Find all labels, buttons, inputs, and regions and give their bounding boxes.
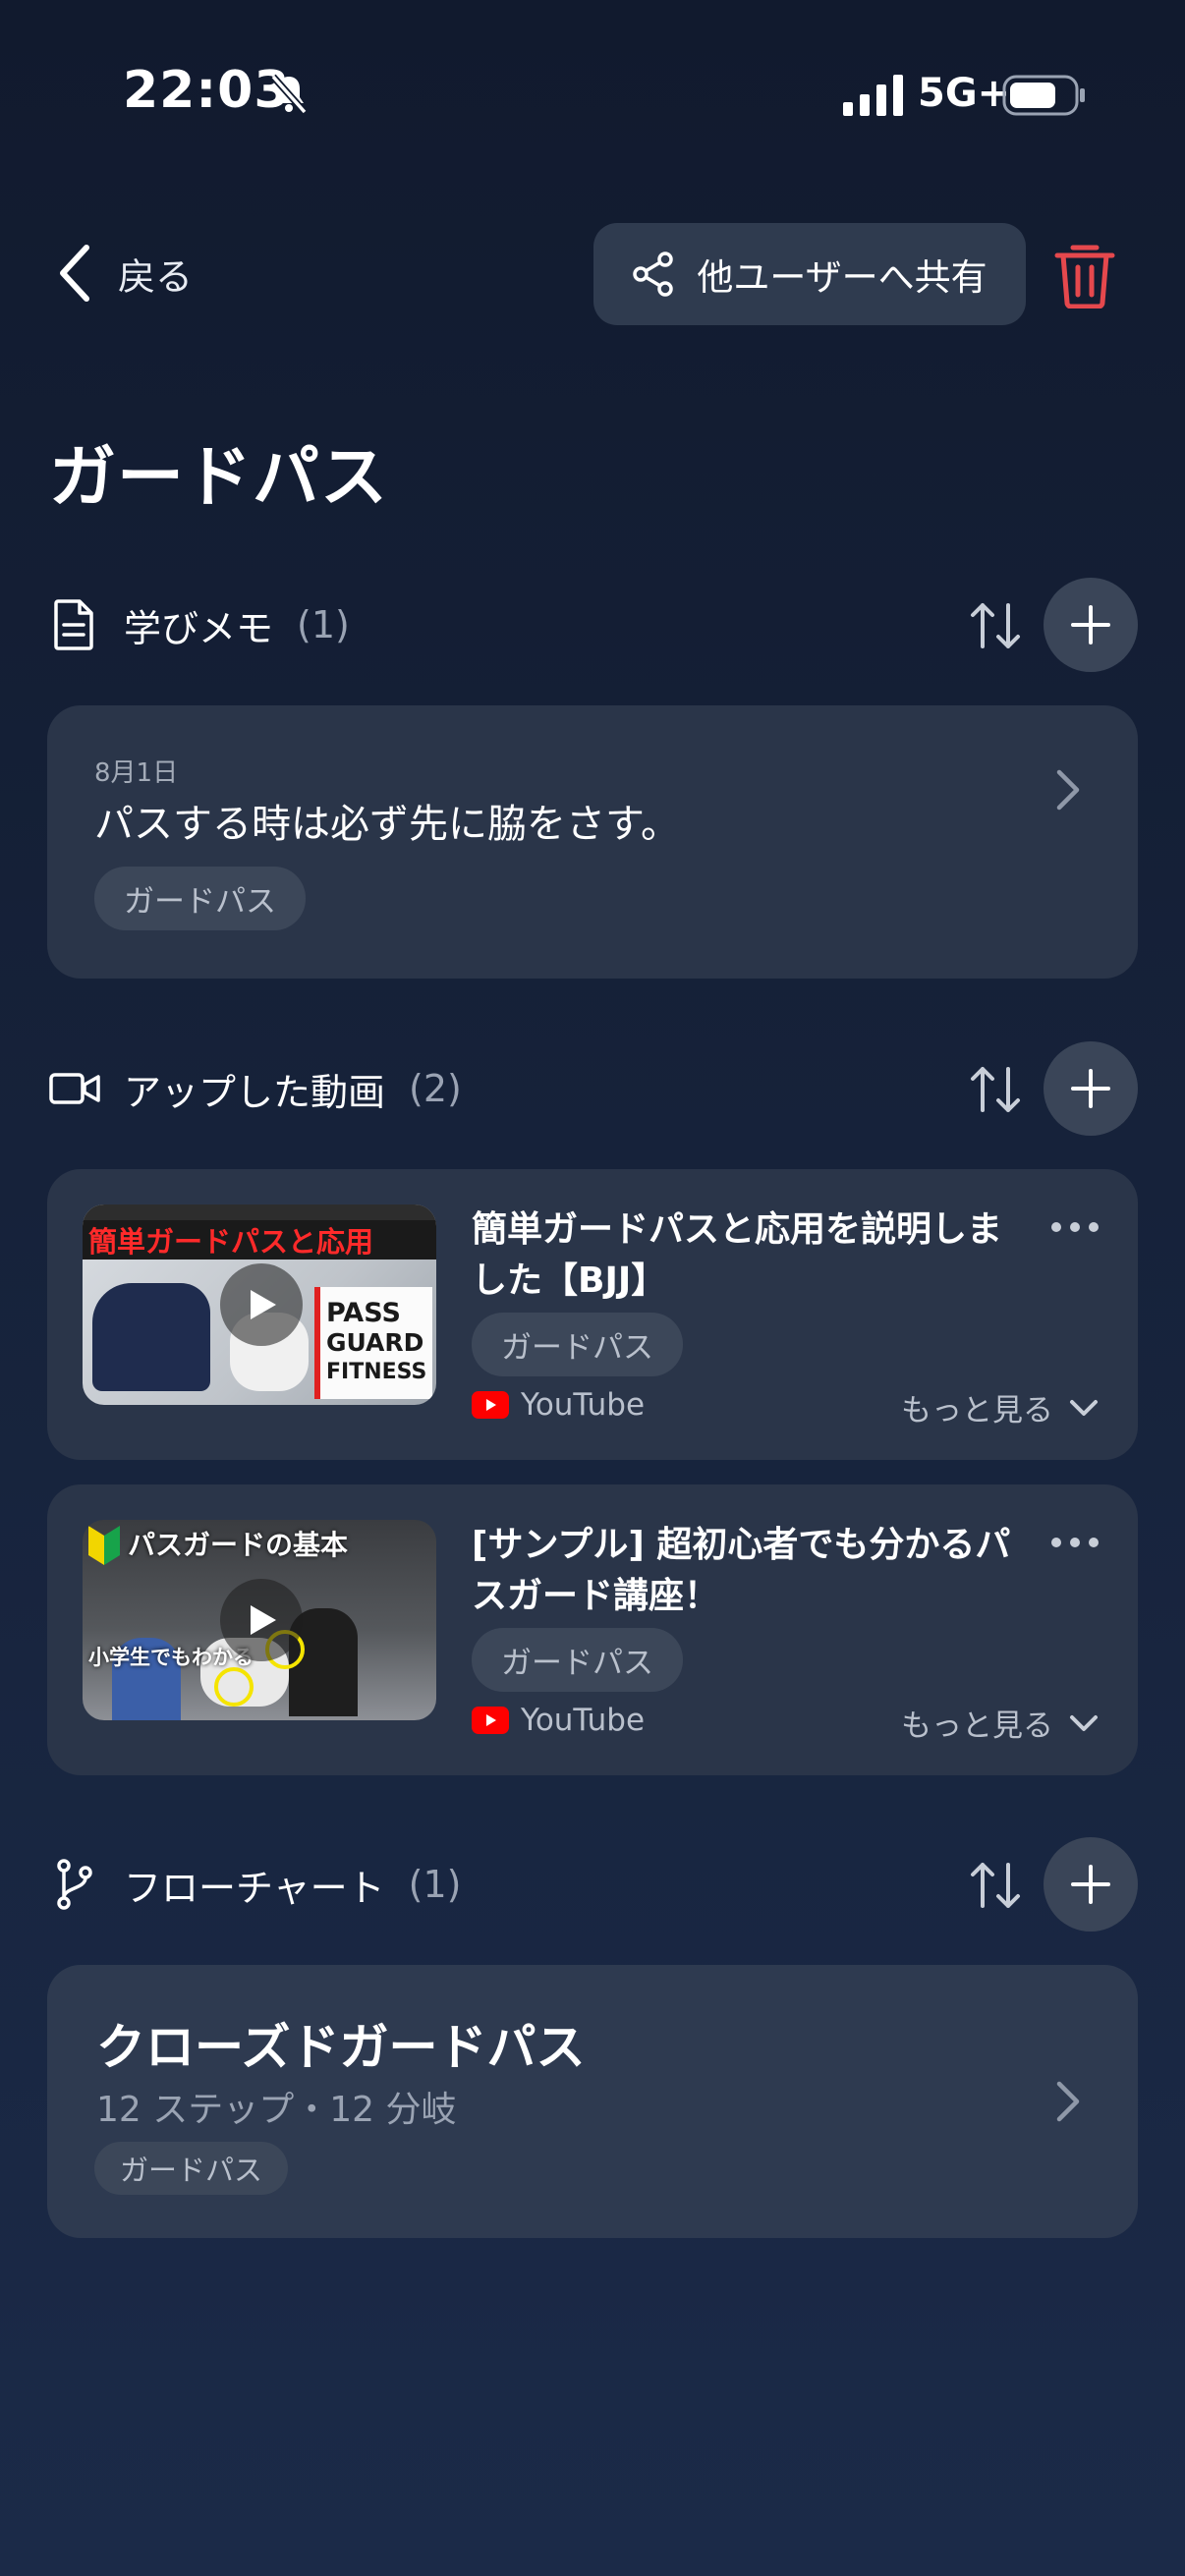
plus-icon (1071, 1865, 1110, 1904)
play-button[interactable] (220, 1263, 303, 1346)
chevron-right-icon (1056, 769, 1080, 811)
sort-icon[interactable] (967, 597, 1024, 654)
video-source: YouTube (472, 1703, 645, 1738)
chevron-left-icon (60, 245, 89, 302)
play-icon (251, 1605, 276, 1635)
memo-tag: ガードパス (94, 867, 306, 930)
chevron-right-icon (1056, 2081, 1080, 2122)
video-source-label: YouTube (521, 1703, 646, 1738)
memo-date: 8月1日 (94, 758, 179, 788)
memo-section-title: 学びメモ (124, 606, 274, 650)
video-section-title: アップした動画 (124, 1070, 386, 1114)
play-button[interactable] (220, 1579, 303, 1661)
share-label: 他ユーザーへ共有 (697, 256, 988, 299)
video-tag: ガードパス (472, 1313, 683, 1376)
back-button[interactable]: 戻る (57, 236, 193, 310)
trash-icon[interactable] (1051, 240, 1118, 308)
flowchart-section-count: (1) (408, 1863, 462, 1906)
show-more-button[interactable]: もっと見る (901, 1385, 1099, 1429)
add-video-button[interactable] (1044, 1041, 1138, 1136)
play-icon (251, 1290, 276, 1319)
video-thumbnail[interactable]: パスガードの基本 小学生でもわかる (83, 1520, 436, 1720)
youtube-icon (472, 1391, 509, 1419)
branch-icon (49, 1857, 100, 1912)
memo-card[interactable]: 8月1日 パスする時は必ず先に脇をさす。 ガードパス (47, 705, 1138, 979)
video-tag: ガードパス (472, 1628, 683, 1692)
share-icon (633, 252, 674, 297)
thumbnail-side-text: GUARD (326, 1328, 424, 1357)
beginner-mark-icon (88, 1526, 120, 1565)
youtube-icon (472, 1707, 509, 1734)
share-button[interactable]: 他ユーザーへ共有 (593, 223, 1026, 325)
video-section-count: (2) (409, 1067, 462, 1110)
add-memo-button[interactable] (1044, 578, 1138, 672)
video-thumbnail[interactable]: 簡単ガードパスと応用 PASS GUARD FITNESS (83, 1204, 436, 1405)
show-more-label: もっと見る (901, 1708, 1053, 1744)
video-title: [サンプル] 超初心者でも分かるパスガード講座！ (472, 1525, 1011, 1616)
video-camera-icon (49, 1061, 100, 1116)
plus-icon (1071, 1069, 1110, 1108)
thumbnail-side-text: FITNESS (326, 1360, 427, 1384)
flowchart-section-title: フローチャート (124, 1866, 385, 1910)
video-card[interactable]: 簡単ガードパスと応用 PASS GUARD FITNESS 簡単ガードパスと応用… (47, 1169, 1138, 1460)
sort-icon[interactable] (967, 1061, 1024, 1118)
thumbnail-caption: 簡単ガードパスと応用 (88, 1225, 374, 1259)
bell-muted-icon (270, 74, 308, 115)
document-icon (49, 597, 100, 652)
flowchart-tag: ガードパス (94, 2142, 289, 2195)
flowchart-section-header: フローチャート (1) (49, 1835, 1140, 1933)
back-label: 戻る (118, 254, 194, 299)
thumbnail-caption: パスガードの基本 (128, 1529, 349, 1561)
chevron-down-icon (1070, 1399, 1098, 1416)
flowchart-subtitle: 12 ステップ・12 分岐 (96, 2090, 457, 2130)
video-title: 簡単ガードパスと応用を説明しました【BJJ】 (472, 1209, 1003, 1301)
show-more-label: もっと見る (901, 1393, 1053, 1428)
memo-section-count: (1) (297, 603, 350, 646)
video-source: YouTube (472, 1387, 645, 1423)
video-section-header: アップした動画 (2) (49, 1039, 1140, 1138)
thumbnail-side-text: PASS (326, 1298, 401, 1328)
more-options-icon[interactable] (1049, 1536, 1100, 1549)
video-card[interactable]: パスガードの基本 小学生でもわかる [サンプル] 超初心者でも分かるパスガード講… (47, 1484, 1138, 1775)
flowchart-card[interactable]: クローズドガードパス 12 ステップ・12 分岐 ガードパス (47, 1965, 1138, 2238)
sort-icon[interactable] (967, 1857, 1024, 1914)
chevron-down-icon (1070, 1714, 1098, 1731)
add-flowchart-button[interactable] (1044, 1837, 1138, 1932)
flowchart-title: クローズドガードパス (96, 2019, 586, 2076)
show-more-button[interactable]: もっと見る (901, 1701, 1099, 1745)
memo-section-header: 学びメモ (1) (49, 576, 1140, 674)
battery-icon (1002, 75, 1085, 116)
plus-icon (1071, 605, 1110, 644)
video-source-label: YouTube (521, 1387, 646, 1423)
more-options-icon[interactable] (1049, 1220, 1100, 1234)
signal-icon (843, 75, 903, 116)
page-title: ガードパス (49, 439, 389, 517)
memo-text: パスする時は必ず先に脇をさす。 (94, 802, 680, 847)
network-label: 5G+ (918, 71, 1011, 116)
